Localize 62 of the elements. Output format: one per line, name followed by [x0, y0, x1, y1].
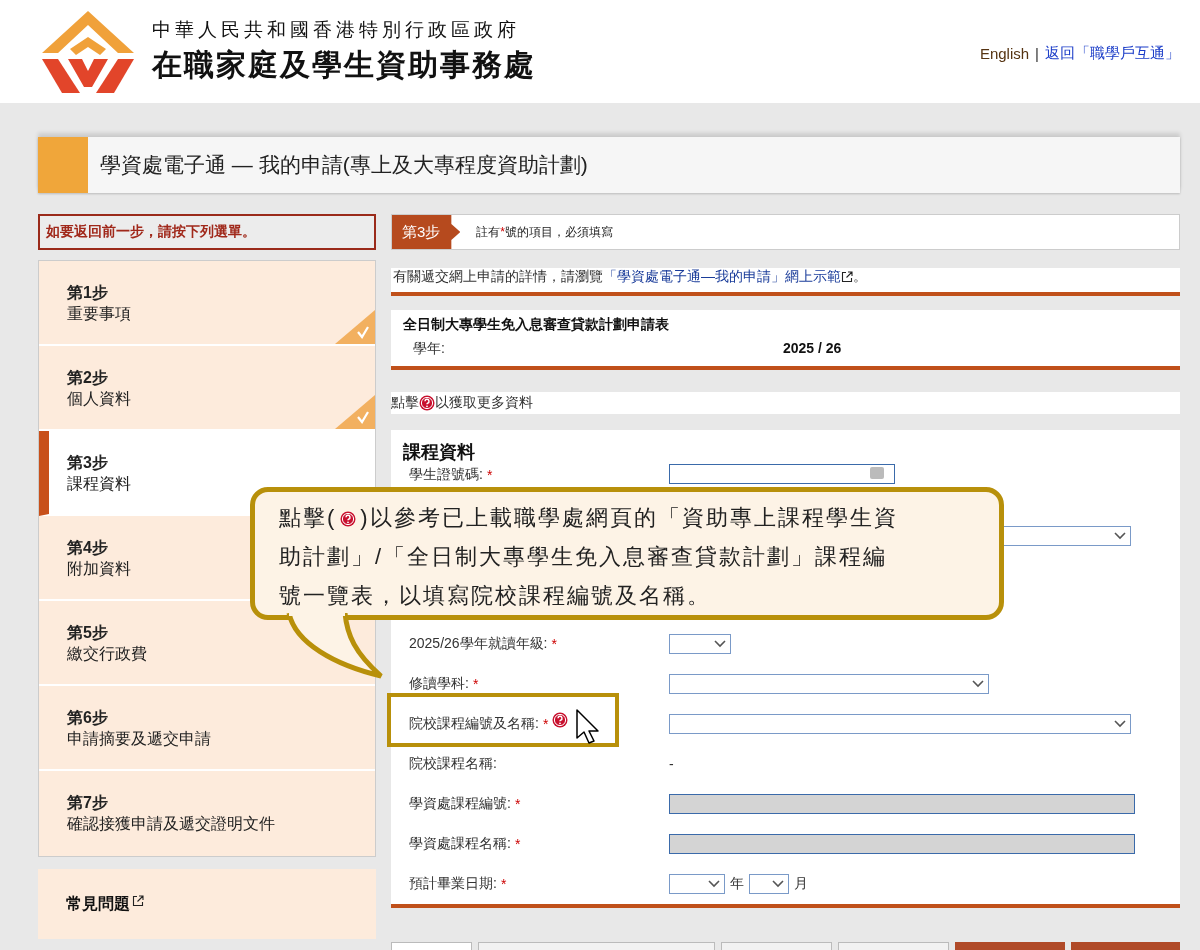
section-title: 課程資料	[403, 441, 476, 464]
required-mark: *	[472, 676, 479, 692]
step-badge: 第3步	[392, 215, 461, 249]
notice-box: 如要返回前一步，請按下列選單。	[38, 214, 376, 250]
chevron-down-icon	[1114, 532, 1126, 540]
help-icon	[419, 395, 435, 411]
year-label: 學年:	[412, 340, 446, 358]
language-link[interactable]: English	[979, 45, 1030, 62]
field-label: 修讀學科:	[409, 675, 469, 693]
required-mark: *	[514, 836, 521, 852]
chevron-down-icon	[708, 880, 720, 888]
field-label: 學生證號碼:	[409, 466, 483, 484]
select-field[interactable]	[669, 634, 731, 654]
field-button[interactable]	[870, 467, 884, 479]
logo-icon	[40, 8, 136, 95]
field-label: 學資處課程編號:	[409, 795, 511, 813]
back-link[interactable]: 返回「職學戶互通」	[1045, 44, 1180, 63]
required-mark: *	[500, 876, 507, 892]
external-link-icon	[841, 271, 853, 283]
field-label: 院校課程名稱:	[409, 755, 497, 773]
nav-button[interactable]	[720, 942, 833, 950]
year-value: 2025 / 26	[783, 340, 842, 358]
select-field[interactable]	[669, 874, 725, 894]
nav-button[interactable]	[955, 942, 1065, 950]
field-label: 院校課程編號及名稱:	[409, 715, 539, 733]
faq-link[interactable]: 常見問題	[38, 869, 376, 939]
required-mark: *	[551, 636, 557, 652]
field-label: 2025/26學年就讀年級:	[409, 635, 548, 653]
required-mark: *	[542, 716, 549, 732]
external-link-icon	[132, 895, 144, 907]
field-label: 學資處課程名稱:	[409, 835, 511, 853]
hint-text: 點擊	[391, 394, 419, 412]
unit-label: 月	[794, 875, 808, 893]
field-value: -	[669, 756, 674, 772]
hint-text: 以獲取更多資料	[435, 394, 533, 412]
field-label: 預計畢業日期:	[409, 875, 497, 893]
text-field[interactable]	[669, 464, 895, 484]
nav-button[interactable]	[391, 942, 473, 950]
required-note: 註有*號的項目，必須填寫	[476, 223, 613, 241]
title-accent	[38, 137, 88, 193]
chevron-down-icon	[714, 640, 726, 648]
page-title: 學資處電子通 — 我的申請(專上及大專程度資助計劃)	[100, 152, 588, 178]
select-field[interactable]	[669, 714, 1131, 734]
required-mark: *	[486, 467, 493, 483]
full-stop: 。	[853, 268, 867, 286]
chevron-down-icon	[972, 680, 984, 688]
chevron-down-icon	[1114, 720, 1126, 728]
nav-button[interactable]	[838, 942, 950, 950]
nav-button[interactable]	[478, 942, 715, 950]
separator: |	[1035, 45, 1039, 62]
agency-name: 中華人民共和國香港特別行政區政府	[152, 18, 521, 42]
select-field[interactable]	[669, 674, 989, 694]
help-icon	[340, 510, 357, 527]
required-mark: *	[514, 796, 521, 812]
chevron-down-icon	[772, 880, 784, 888]
demo-link[interactable]: 「學資處電子通—我的申請」網上示範	[603, 268, 841, 286]
select-field[interactable]	[749, 874, 789, 894]
intro-text: 有關遞交網上申請的詳情，請瀏覽	[393, 268, 603, 286]
nav-button[interactable]	[1070, 942, 1180, 950]
form-title: 全日制大專學生免入息審查貸款計劃申請表	[403, 316, 670, 334]
office-name: 在職家庭及學生資助事務處	[152, 47, 536, 83]
unit-label: 年	[730, 875, 744, 893]
